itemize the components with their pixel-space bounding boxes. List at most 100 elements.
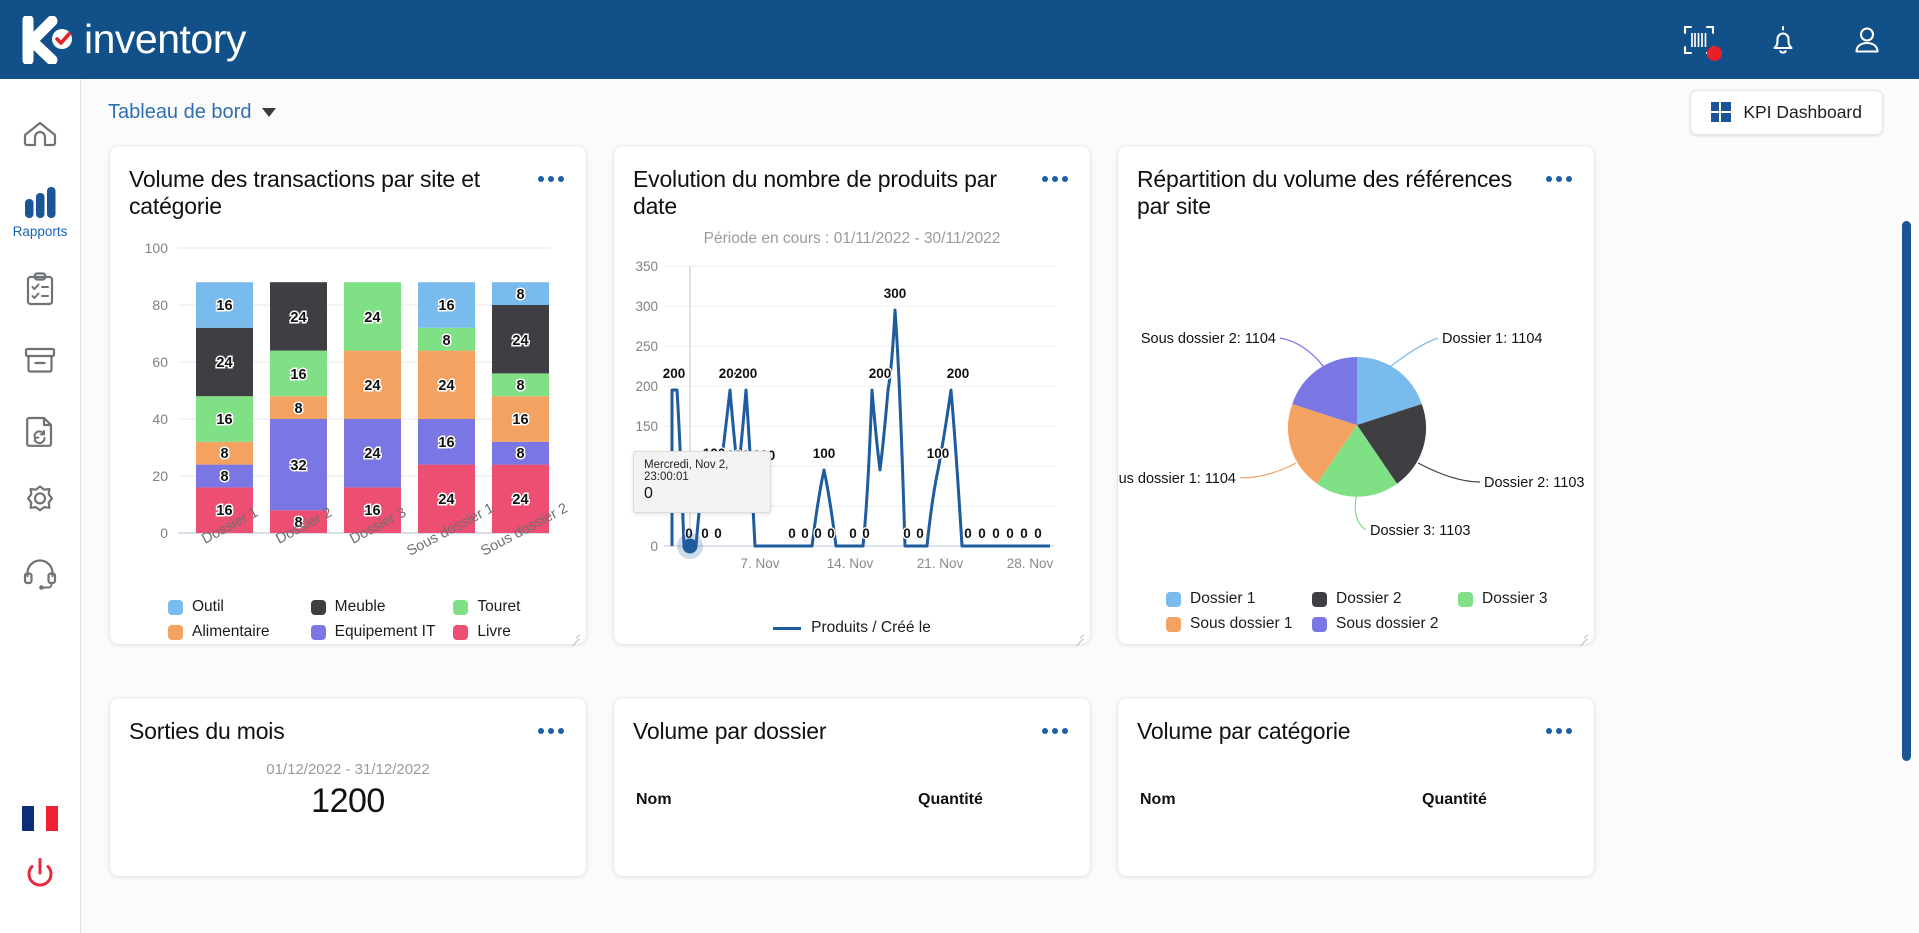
sidebar-item-tasks[interactable] [0,257,81,316]
sidebar-item-stock[interactable] [0,328,81,387]
svg-text:16: 16 [438,435,454,451]
legend-item-dossier-2[interactable]: Dossier 2 [1312,590,1448,608]
svg-text:8: 8 [442,333,450,349]
card-menu-button[interactable] [1546,166,1572,182]
svg-text:40: 40 [152,411,168,427]
card-menu-button[interactable] [1546,718,1572,734]
sidebar-item-sync[interactable] [0,399,81,458]
svg-text:20: 20 [152,468,168,484]
notifications-bell-icon[interactable] [1765,22,1801,58]
svg-text:8: 8 [294,401,302,417]
svg-text:0: 0 [827,526,835,541]
svg-text:0: 0 [1006,526,1014,541]
tooltip-date: Mercredi, Nov 2, 23:00:01 [644,459,760,483]
sidebar-item-rapports[interactable]: Rapports [0,172,81,245]
dashboard-widget-grid: Volume des transactions par site et caté… [81,145,1919,877]
svg-text:0: 0 [714,526,722,541]
svg-text:16: 16 [216,298,232,314]
bar-dossier-1: 168 816 2416 [196,282,253,533]
svg-text:300: 300 [635,299,658,314]
svg-text:60: 60 [152,354,168,370]
svg-text:200: 200 [869,366,892,381]
breadcrumb-label: Tableau de bord [108,101,251,124]
legend-label: Sous dossier 2 [1336,615,1439,633]
legend-item-outil[interactable]: Outil [168,598,301,616]
pie-chart: Dossier 1: 1104 Dossier 2: 1103 Dossier … [1118,220,1594,650]
sidebar-item-home[interactable] [0,101,81,160]
tooltip-value: 0 [644,485,760,503]
reports-bar-chart-icon [19,183,61,221]
pie-slices [1288,357,1426,497]
pie-label-dossier-1: Dossier 1: 1104 [1442,331,1542,347]
left-sidebar: Rapports [0,79,81,933]
legend-label: Sous dossier 1 [1190,615,1293,633]
svg-text:150: 150 [635,419,658,434]
legend-item-sous-dossier-2[interactable]: Sous dossier 2 [1312,615,1448,633]
power-logout-icon[interactable] [19,853,61,895]
card-menu-button[interactable] [1042,718,1068,734]
legend-label: Dossier 2 [1336,590,1401,608]
user-account-icon[interactable] [1849,22,1885,58]
svg-text:100: 100 [927,446,950,461]
legend-item-livre[interactable]: Livre [453,623,586,641]
svg-text:24: 24 [290,310,306,326]
svg-text:0: 0 [650,539,658,554]
svg-text:21. Nov: 21. Nov [917,556,964,571]
french-flag-icon[interactable] [22,806,59,831]
clipboard-checklist-icon [19,268,61,310]
widget-volume-by-category: Volume par catégorie Nom Quantité [1117,697,1595,877]
svg-text:0: 0 [903,526,911,541]
legend-label: Touret [477,598,520,616]
svg-text:24: 24 [364,310,380,326]
svg-text:14. Nov: 14. Nov [827,556,874,571]
card-resize-handle[interactable] [570,629,580,639]
legend-item-equipement-it[interactable]: Equipement IT [311,623,444,641]
legend-item-dossier-1[interactable]: Dossier 1 [1166,590,1302,608]
legend-swatch [1312,617,1327,632]
line-chart-legend[interactable]: Produits / Créé le [614,619,1090,637]
card-resize-handle[interactable] [1578,629,1588,639]
outputs-value: 1200 [132,782,564,821]
volume-folder-body: Nom Quantité [614,745,1090,809]
brand-logo[interactable]: inventory [22,16,246,64]
barcode-scanner-icon[interactable] [1681,22,1717,58]
top-bar-actions [1681,22,1885,58]
vertical-scrollbar[interactable] [1902,221,1911,921]
line-chart-svg: 350 300 250 200 150 100 0 7. Nov 14. Nov [614,248,1092,616]
stacked-bar-svg: 100 80 60 40 20 0 [110,220,588,590]
bar-sous-dossier-1: 2416 248 16 [418,282,475,533]
svg-text:32: 32 [290,458,306,474]
card-title: Volume des transactions par site et caté… [129,166,538,220]
svg-text:24: 24 [438,492,454,508]
card-menu-button[interactable] [538,166,564,182]
legend-label: Outil [192,598,224,616]
svg-text:24: 24 [364,446,380,462]
home-icon [19,112,61,154]
scrollbar-thumb[interactable] [1902,221,1911,761]
bar-chart-legend: Outil Alimentaire Meuble Equipement IT [110,598,586,641]
legend-item-dossier-3[interactable]: Dossier 3 [1458,590,1594,608]
sidebar-item-support[interactable] [0,541,81,600]
pie-label-sous-dossier-2: Sous dossier 2: 1104 [1141,331,1276,347]
card-resize-handle[interactable] [1074,629,1084,639]
brand-name: inventory [84,16,246,63]
kpi-dashboard-button[interactable]: KPI Dashboard [1690,90,1883,135]
legend-item-touret[interactable]: Touret [453,598,586,616]
svg-text:0: 0 [862,526,870,541]
legend-label: Produits / Créé le [811,619,931,637]
widget-monthly-outputs: Sorties du mois 01/12/2022 - 31/12/2022 … [109,697,587,877]
legend-swatch [1166,592,1181,607]
legend-swatch [453,600,468,615]
breadcrumb-dashboard-dropdown[interactable]: Tableau de bord [108,101,276,124]
page-toolbar: Tableau de bord KPI Dashboard [81,79,1919,145]
svg-text:0: 0 [916,526,924,541]
svg-text:0: 0 [1034,526,1042,541]
legend-item-alimentaire[interactable]: Alimentaire [168,623,301,641]
card-menu-button[interactable] [538,718,564,734]
legend-item-meuble[interactable]: Meuble [311,598,444,616]
sidebar-item-settings[interactable] [0,470,81,529]
column-header-nom: Nom [636,791,918,809]
card-menu-button[interactable] [1042,166,1068,182]
legend-item-sous-dossier-1[interactable]: Sous dossier 1 [1166,615,1302,633]
svg-text:16: 16 [290,367,306,383]
